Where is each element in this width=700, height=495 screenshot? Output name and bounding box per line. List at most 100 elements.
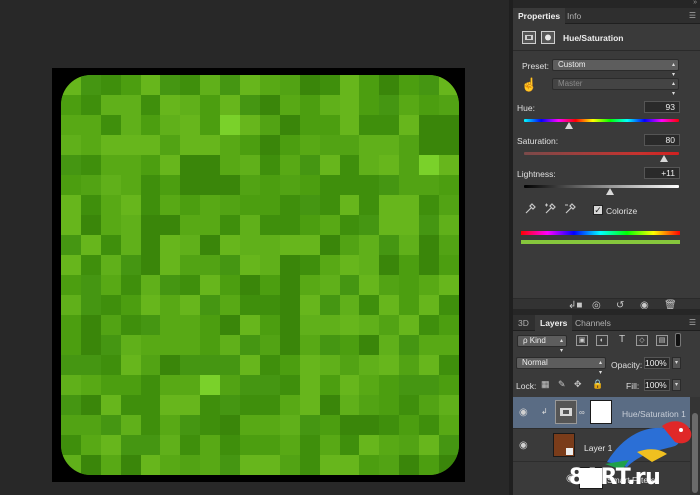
layer-name[interactable]: Layer 1 bbox=[584, 443, 612, 453]
filter-smart-object-icon[interactable]: ▤ bbox=[656, 335, 668, 346]
layer-mask-icon[interactable] bbox=[541, 31, 555, 44]
panel-menu-icon[interactable]: ☰ bbox=[689, 318, 696, 327]
tile-pixel bbox=[259, 295, 280, 315]
tile-pixel bbox=[140, 155, 161, 175]
layer-name[interactable]: Hue/Saturation 1 bbox=[622, 409, 686, 419]
tile-pixel bbox=[379, 235, 400, 255]
scrollbar-thumb[interactable] bbox=[692, 413, 698, 493]
clip-arrow-icon: ↲ bbox=[541, 407, 548, 416]
tile-pixel bbox=[259, 95, 280, 115]
fill-input[interactable]: 100% bbox=[644, 379, 670, 391]
tab-channels[interactable]: Channels bbox=[570, 315, 616, 331]
tile-pixel bbox=[439, 355, 459, 375]
tile-pixel bbox=[399, 255, 420, 275]
saturation-slider-thumb[interactable] bbox=[659, 155, 668, 162]
eyedropper-minus-icon[interactable] bbox=[564, 203, 576, 218]
tile-pixel bbox=[220, 175, 241, 195]
tile-pixel bbox=[220, 355, 241, 375]
opacity-slider-toggle-icon[interactable]: ▾ bbox=[672, 357, 681, 369]
tile-pixel bbox=[80, 275, 101, 295]
blend-mode-dropdown[interactable]: Normal ▴ ▾ bbox=[516, 357, 606, 376]
layer-row-smart-filters[interactable]: ◉ Smart Filters bbox=[513, 463, 690, 495]
preset-dropdown[interactable]: Custom ▴ ▾ bbox=[552, 59, 679, 78]
tab-layers[interactable]: Layers bbox=[535, 315, 573, 331]
lock-transparent-icon[interactable]: ▦ bbox=[541, 379, 550, 390]
tile-pixel bbox=[319, 435, 340, 455]
tile-pixel bbox=[399, 415, 420, 435]
layer-row-layer-1[interactable]: ◉ Layer 1 bbox=[513, 430, 690, 462]
adjustment-icon[interactable] bbox=[522, 31, 536, 44]
tile-pixel bbox=[120, 175, 141, 195]
tile-pixel bbox=[299, 155, 320, 175]
tile-pixel bbox=[299, 375, 320, 395]
layer-mask-thumbnail[interactable] bbox=[590, 400, 612, 424]
chain-link-icon[interactable]: ∞ bbox=[579, 408, 585, 417]
tile-pixel bbox=[419, 455, 440, 475]
eye-icon[interactable]: ◉ bbox=[519, 407, 528, 418]
channel-dropdown[interactable]: Master ▴ ▾ bbox=[552, 78, 679, 97]
hue-slider-track[interactable] bbox=[524, 119, 679, 122]
layer-name[interactable]: Smart Filters bbox=[607, 475, 655, 485]
canvas-workspace[interactable] bbox=[0, 0, 509, 495]
filter-adjustment-icon[interactable]: ◐ bbox=[596, 335, 608, 346]
fill-slider-toggle-icon[interactable]: ▾ bbox=[672, 379, 681, 391]
tile-pixel bbox=[240, 215, 260, 235]
tab-properties[interactable]: Properties bbox=[513, 8, 566, 24]
lightness-input[interactable]: +11 bbox=[644, 167, 680, 179]
tile-pixel bbox=[439, 75, 459, 95]
tile-pixel bbox=[140, 255, 161, 275]
tile-pixel bbox=[240, 375, 260, 395]
tile-pixel bbox=[140, 355, 161, 375]
filter-type-icon[interactable]: T bbox=[616, 335, 628, 346]
eye-icon[interactable]: ◉ bbox=[566, 473, 575, 484]
tile-pixel bbox=[240, 335, 260, 355]
document-canvas[interactable] bbox=[52, 68, 465, 482]
targeted-adjustment-hand-icon[interactable]: ☝ bbox=[521, 77, 537, 93]
filter-kind-dropdown[interactable]: ρ Kind ▴ ▾ bbox=[517, 335, 567, 354]
layers-scrollbar[interactable] bbox=[690, 397, 700, 495]
tile-pixel bbox=[200, 455, 221, 475]
tab-3d[interactable]: 3D bbox=[513, 315, 534, 331]
opacity-input[interactable]: 100% bbox=[644, 357, 670, 369]
tile-pixel bbox=[319, 115, 340, 135]
tile-pixel bbox=[160, 75, 181, 95]
panel-menu-icon[interactable]: ☰ bbox=[689, 11, 696, 20]
tile-pixel bbox=[359, 135, 380, 155]
tile-pixel bbox=[180, 295, 201, 315]
colorize-output-bar bbox=[521, 240, 680, 244]
saturation-input[interactable]: 80 bbox=[644, 134, 680, 146]
eyedropper-icon[interactable] bbox=[524, 203, 536, 218]
collapse-arrows-icon[interactable]: » bbox=[693, 0, 697, 6]
tab-info[interactable]: Info bbox=[562, 8, 586, 24]
layer-row-hue-saturation[interactable]: ◉ ↲ ∞ Hue/Saturation 1 bbox=[513, 397, 690, 429]
colorize-checkbox[interactable]: ✓ bbox=[593, 205, 603, 215]
tile-pixel bbox=[80, 75, 101, 95]
hue-input[interactable]: 93 bbox=[644, 101, 680, 113]
saturation-slider-track[interactable] bbox=[524, 152, 679, 155]
tile-pixel bbox=[180, 335, 201, 355]
tile-pixel bbox=[100, 175, 121, 195]
lock-position-icon[interactable]: ✥ bbox=[574, 379, 582, 390]
tile-pixel bbox=[359, 335, 380, 355]
tile-pixel bbox=[220, 455, 241, 475]
filter-toggle[interactable] bbox=[675, 333, 681, 347]
lightness-slider-track[interactable] bbox=[524, 185, 679, 188]
dock-header[interactable]: » bbox=[513, 0, 700, 8]
tile-pixel bbox=[80, 135, 101, 155]
eyedropper-plus-icon[interactable] bbox=[544, 203, 556, 218]
lock-all-icon[interactable]: 🔒 bbox=[592, 379, 603, 390]
hue-slider-thumb[interactable] bbox=[564, 122, 573, 129]
tile-pixel bbox=[240, 135, 260, 155]
tile-pixel bbox=[120, 415, 141, 435]
filter-pixel-icon[interactable]: ▣ bbox=[576, 335, 588, 346]
tile-pixel bbox=[399, 115, 420, 135]
tile-pixel bbox=[359, 95, 380, 115]
lock-image-icon[interactable]: ✎ bbox=[558, 379, 566, 390]
filter-shape-icon[interactable]: ◇ bbox=[636, 335, 648, 346]
tile-pixel bbox=[160, 235, 181, 255]
tile-pixel bbox=[399, 235, 420, 255]
eye-icon[interactable]: ◉ bbox=[519, 440, 528, 451]
tile-pixel bbox=[100, 455, 121, 475]
tile-pixel bbox=[240, 355, 260, 375]
lightness-slider-thumb[interactable] bbox=[606, 188, 615, 195]
